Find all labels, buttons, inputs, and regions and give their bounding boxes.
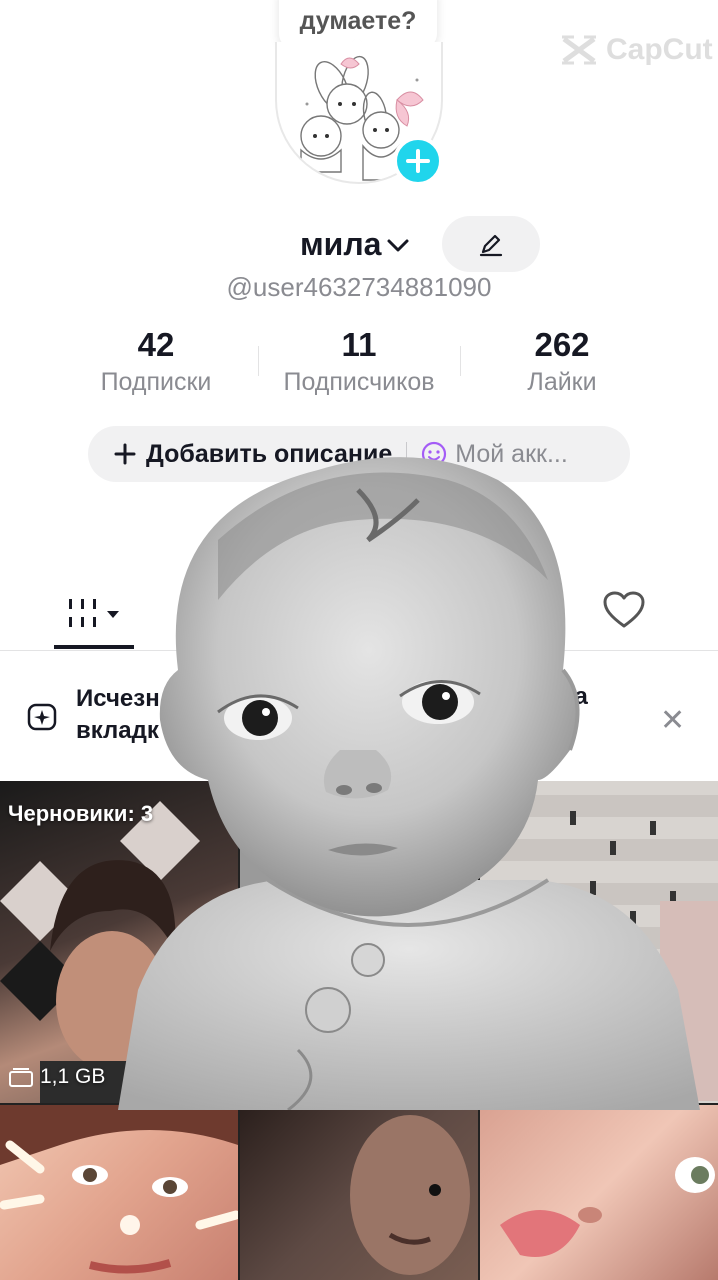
account-switcher[interactable]: мила bbox=[300, 226, 411, 263]
pencil-icon bbox=[479, 234, 503, 257]
add-avatar-button[interactable] bbox=[393, 136, 443, 186]
username: @user4632734881090 bbox=[226, 272, 492, 302]
video-tile[interactable] bbox=[480, 1105, 718, 1280]
likes-count: 262 bbox=[534, 326, 590, 363]
baby-face-overlay bbox=[118, 457, 700, 1110]
video-tile[interactable] bbox=[240, 1105, 478, 1280]
storage-size: 1,1 GB bbox=[8, 1065, 105, 1089]
video-thumbnail bbox=[0, 1105, 238, 1274]
folder-icon bbox=[9, 1068, 33, 1087]
thought-bubble-text: думаете? bbox=[299, 7, 417, 35]
following-stat[interactable]: 42 Подписки bbox=[54, 326, 258, 397]
likes-stat[interactable]: 262 Лайки bbox=[460, 326, 664, 397]
video-thumbnail bbox=[350, 1115, 470, 1275]
video-thumbnail bbox=[500, 1157, 715, 1257]
display-name: мила bbox=[300, 226, 382, 262]
profile-screen: думаете? CapCut мила @user4632734881090 … bbox=[0, 0, 718, 1280]
edit-profile-button[interactable] bbox=[442, 216, 540, 272]
followers-stat[interactable]: 11 Подписчиков bbox=[257, 326, 461, 397]
chevron-down-icon bbox=[387, 239, 409, 251]
following-label: Подписки bbox=[100, 368, 212, 396]
video-tile[interactable] bbox=[0, 1105, 238, 1280]
sparkle-square-icon bbox=[27, 703, 57, 731]
capcut-watermark-text: CapCut bbox=[606, 33, 713, 66]
thought-bubble[interactable]: думаете? bbox=[279, 0, 437, 48]
plus-icon bbox=[406, 149, 430, 173]
following-count: 42 bbox=[137, 326, 175, 363]
followers-label: Подписчиков bbox=[283, 368, 435, 396]
likes-label: Лайки bbox=[527, 368, 597, 396]
capcut-watermark: CapCut bbox=[560, 30, 713, 70]
followers-count: 11 bbox=[341, 326, 377, 363]
grid-icon bbox=[69, 599, 119, 627]
capcut-logo-icon bbox=[562, 35, 596, 65]
storage-size-text: 1,1 GB bbox=[40, 1065, 106, 1088]
